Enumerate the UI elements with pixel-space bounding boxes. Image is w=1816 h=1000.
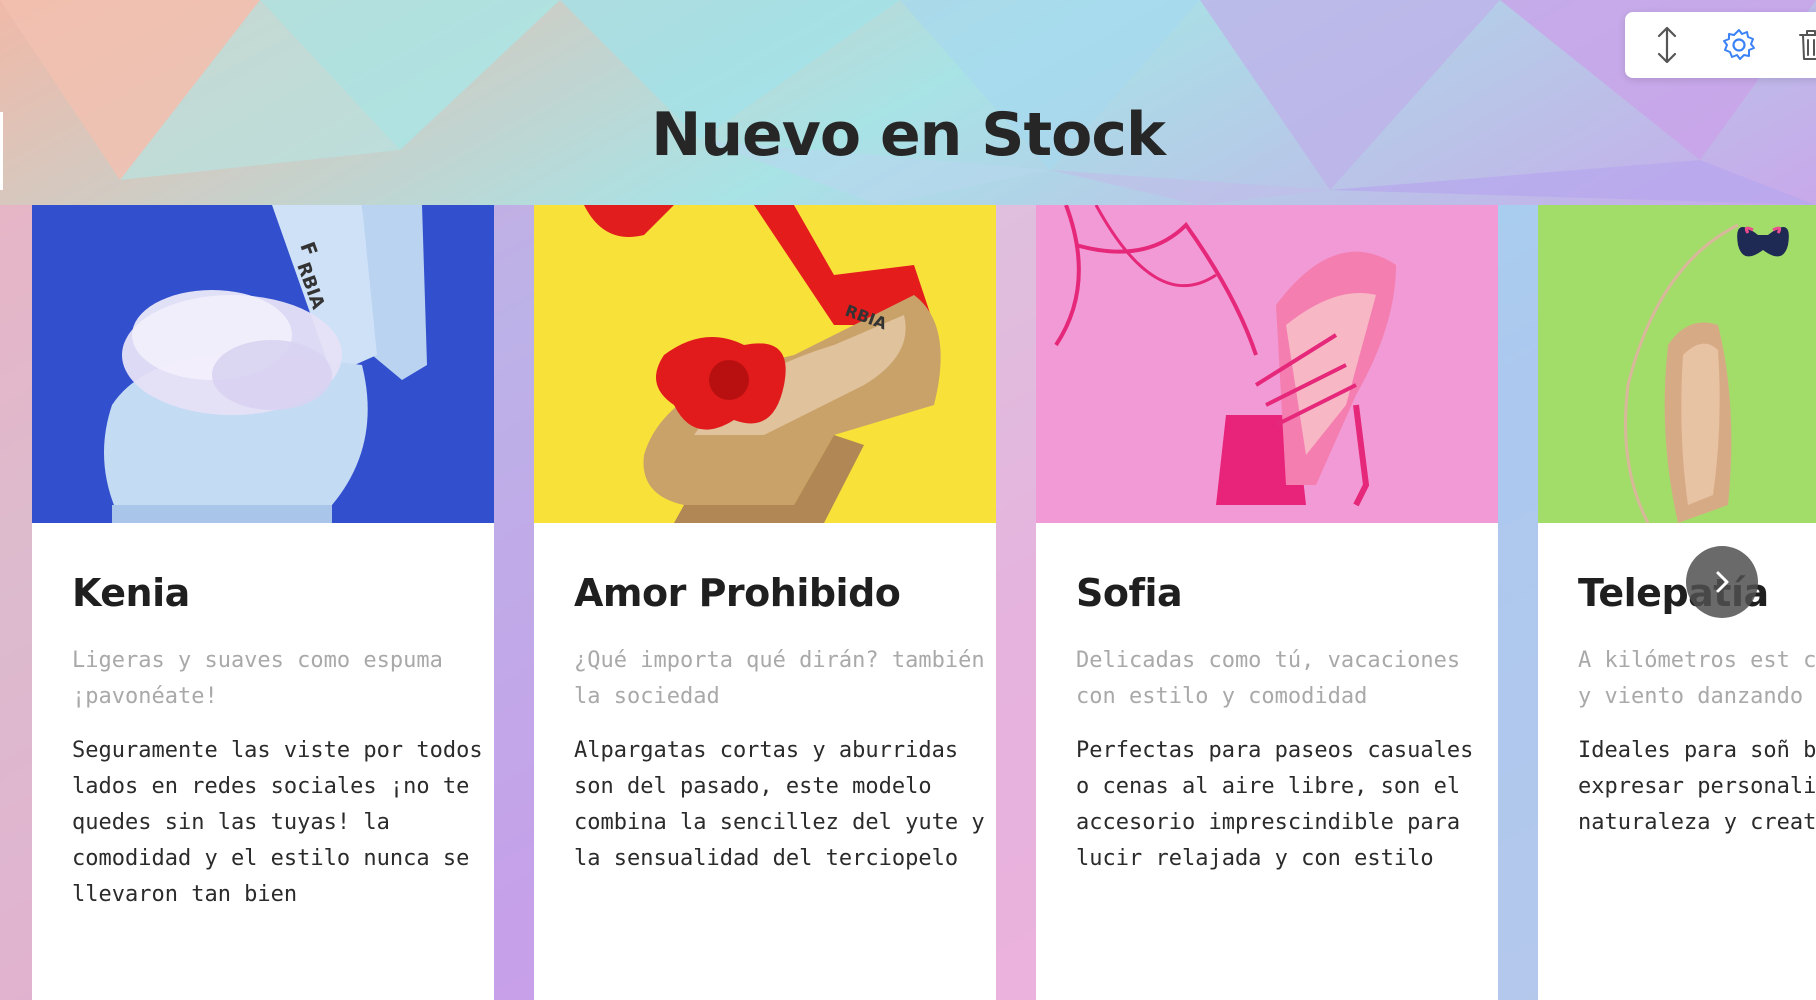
product-photo: F RBIA bbox=[32, 205, 494, 523]
product-card[interactable]: RBIA Amor Prohibido ¿Qué importa qué dir… bbox=[534, 205, 996, 1000]
section-edge-marker bbox=[0, 112, 3, 190]
product-card[interactable]: Telepatía A kilómetros est conectando...… bbox=[1538, 205, 1816, 1000]
product-description: Perfectas para paseos casuales o cenas a… bbox=[1076, 738, 1474, 871]
product-card[interactable]: Sofia Delicadas como tú, vacaciones con … bbox=[1036, 205, 1498, 1000]
product-subtitle: Delicadas como tú, vacaciones con estilo… bbox=[1076, 648, 1461, 709]
product-photo: RBIA bbox=[534, 205, 996, 523]
product-name: Kenia bbox=[72, 571, 190, 615]
gear-icon[interactable] bbox=[1721, 25, 1757, 65]
product-subtitle: A kilómetros est conectando... y viento … bbox=[1578, 648, 1816, 709]
product-photo bbox=[1538, 205, 1816, 523]
section-title: Nuevo en Stock bbox=[651, 100, 1166, 170]
product-description: Ideales para soñ buscan expresar persona… bbox=[1578, 738, 1816, 835]
product-photo bbox=[1036, 205, 1498, 523]
product-subtitle: Ligeras y suaves como espuma ¡pavonéate! bbox=[72, 648, 443, 709]
product-name: Sofia bbox=[1076, 571, 1183, 615]
product-description: Seguramente las viste por todos lados en… bbox=[72, 738, 483, 907]
carousel-next-button[interactable] bbox=[1686, 546, 1758, 618]
move-vertical-icon[interactable] bbox=[1649, 25, 1685, 65]
block-toolbar bbox=[1625, 12, 1816, 78]
trash-icon[interactable] bbox=[1793, 25, 1816, 65]
chevron-right-icon bbox=[1716, 571, 1729, 593]
product-card[interactable]: F RBIA Kenia Ligeras y suaves como espum… bbox=[32, 205, 494, 1000]
product-description: Alpargatas cortas y aburridas son del pa… bbox=[574, 738, 985, 871]
product-name: Amor Prohibido bbox=[574, 571, 901, 615]
product-carousel: F RBIA Kenia Ligeras y suaves como espum… bbox=[32, 205, 1816, 1000]
product-subtitle: ¿Qué importa qué dirán? también la socie… bbox=[574, 648, 985, 709]
